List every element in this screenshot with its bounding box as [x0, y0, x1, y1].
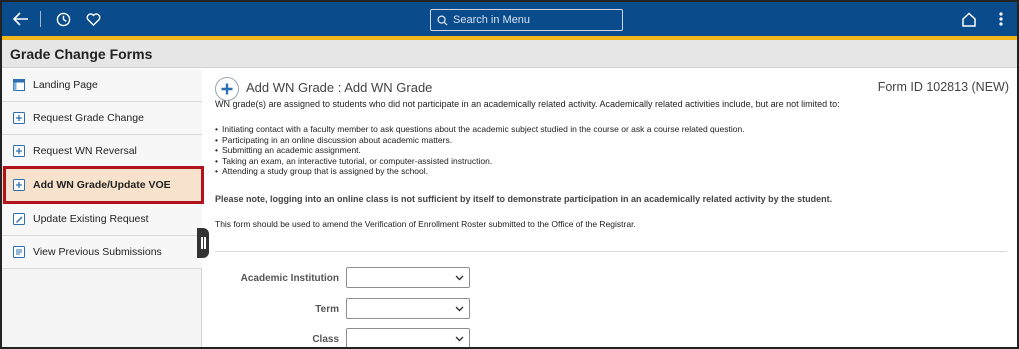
form-icon [13, 112, 25, 124]
form-heading: Add WN Grade : Add WN Grade [246, 80, 433, 95]
form-icon [13, 145, 25, 157]
academic-institution-select[interactable] [346, 267, 470, 288]
chevron-down-icon [455, 306, 464, 312]
section-divider [215, 251, 1007, 252]
app-frame: Search in Menu Grade Change Forms Landin… [0, 0, 1019, 349]
page-icon [13, 79, 25, 91]
sidebar: Landing Page Request Grade Change Reques… [2, 69, 202, 347]
sidebar-item-label: Request Grade Change [33, 112, 144, 124]
list-item: Taking an exam, an interactive tutorial,… [215, 156, 745, 167]
search-icon [437, 14, 448, 26]
term-select[interactable] [346, 298, 470, 319]
list-item: Participating in an online discussion ab… [215, 135, 745, 146]
chevron-down-icon [455, 275, 464, 281]
class-label: Class [312, 334, 339, 345]
sidebar-item-label: Request WN Reversal [33, 145, 137, 157]
active-item-highlight [3, 166, 204, 204]
view-form-icon [13, 246, 25, 258]
sidebar-item-label: Landing Page [33, 79, 98, 91]
participation-note: Please note, logging into an online clas… [215, 194, 833, 204]
search-menu-input[interactable]: Search in Menu [430, 9, 623, 31]
chevron-down-icon [455, 336, 464, 342]
list-item: Initiating contact with a faculty member… [215, 124, 745, 135]
class-select[interactable] [346, 328, 470, 347]
collapse-sidebar-handle[interactable] [197, 228, 209, 258]
form-id: Form ID 102813 (NEW) [877, 80, 1009, 94]
sidebar-item-request-wn-reversal[interactable]: Request WN Reversal [2, 135, 202, 168]
sidebar-item-view-previous-submissions[interactable]: View Previous Submissions [2, 236, 202, 269]
sidebar-item-update-existing-request[interactable]: Update Existing Request [2, 203, 202, 236]
recent-history-icon[interactable] [52, 2, 74, 36]
intro-text: WN grade(s) are assigned to students who… [215, 99, 840, 109]
search-placeholder: Search in Menu [453, 14, 531, 26]
page-title: Grade Change Forms [10, 46, 153, 62]
edit-form-icon [13, 213, 25, 225]
title-bar: Grade Change Forms [2, 40, 1017, 68]
list-item: Submitting an academic assignment. [215, 145, 745, 156]
back-arrow-icon[interactable] [8, 2, 34, 36]
top-banner: Search in Menu [2, 2, 1017, 36]
sidebar-item-label: View Previous Submissions [33, 246, 162, 258]
add-icon[interactable] [215, 77, 239, 101]
academic-institution-label: Academic Institution [240, 273, 339, 284]
banner-divider [40, 11, 41, 27]
amend-text: This form should be used to amend the Ve… [215, 219, 636, 229]
kebab-menu-icon[interactable] [992, 2, 1010, 36]
favorites-heart-icon[interactable] [82, 2, 104, 36]
sidebar-item-label: Update Existing Request [33, 213, 149, 225]
activity-list: Initiating contact with a faculty member… [215, 124, 745, 177]
sidebar-item-landing-page[interactable]: Landing Page [2, 69, 202, 102]
home-icon[interactable] [957, 2, 981, 36]
sidebar-item-request-grade-change[interactable]: Request Grade Change [2, 102, 202, 135]
term-label: Term [315, 304, 339, 315]
list-item: Attending a study group that is assigned… [215, 166, 745, 177]
